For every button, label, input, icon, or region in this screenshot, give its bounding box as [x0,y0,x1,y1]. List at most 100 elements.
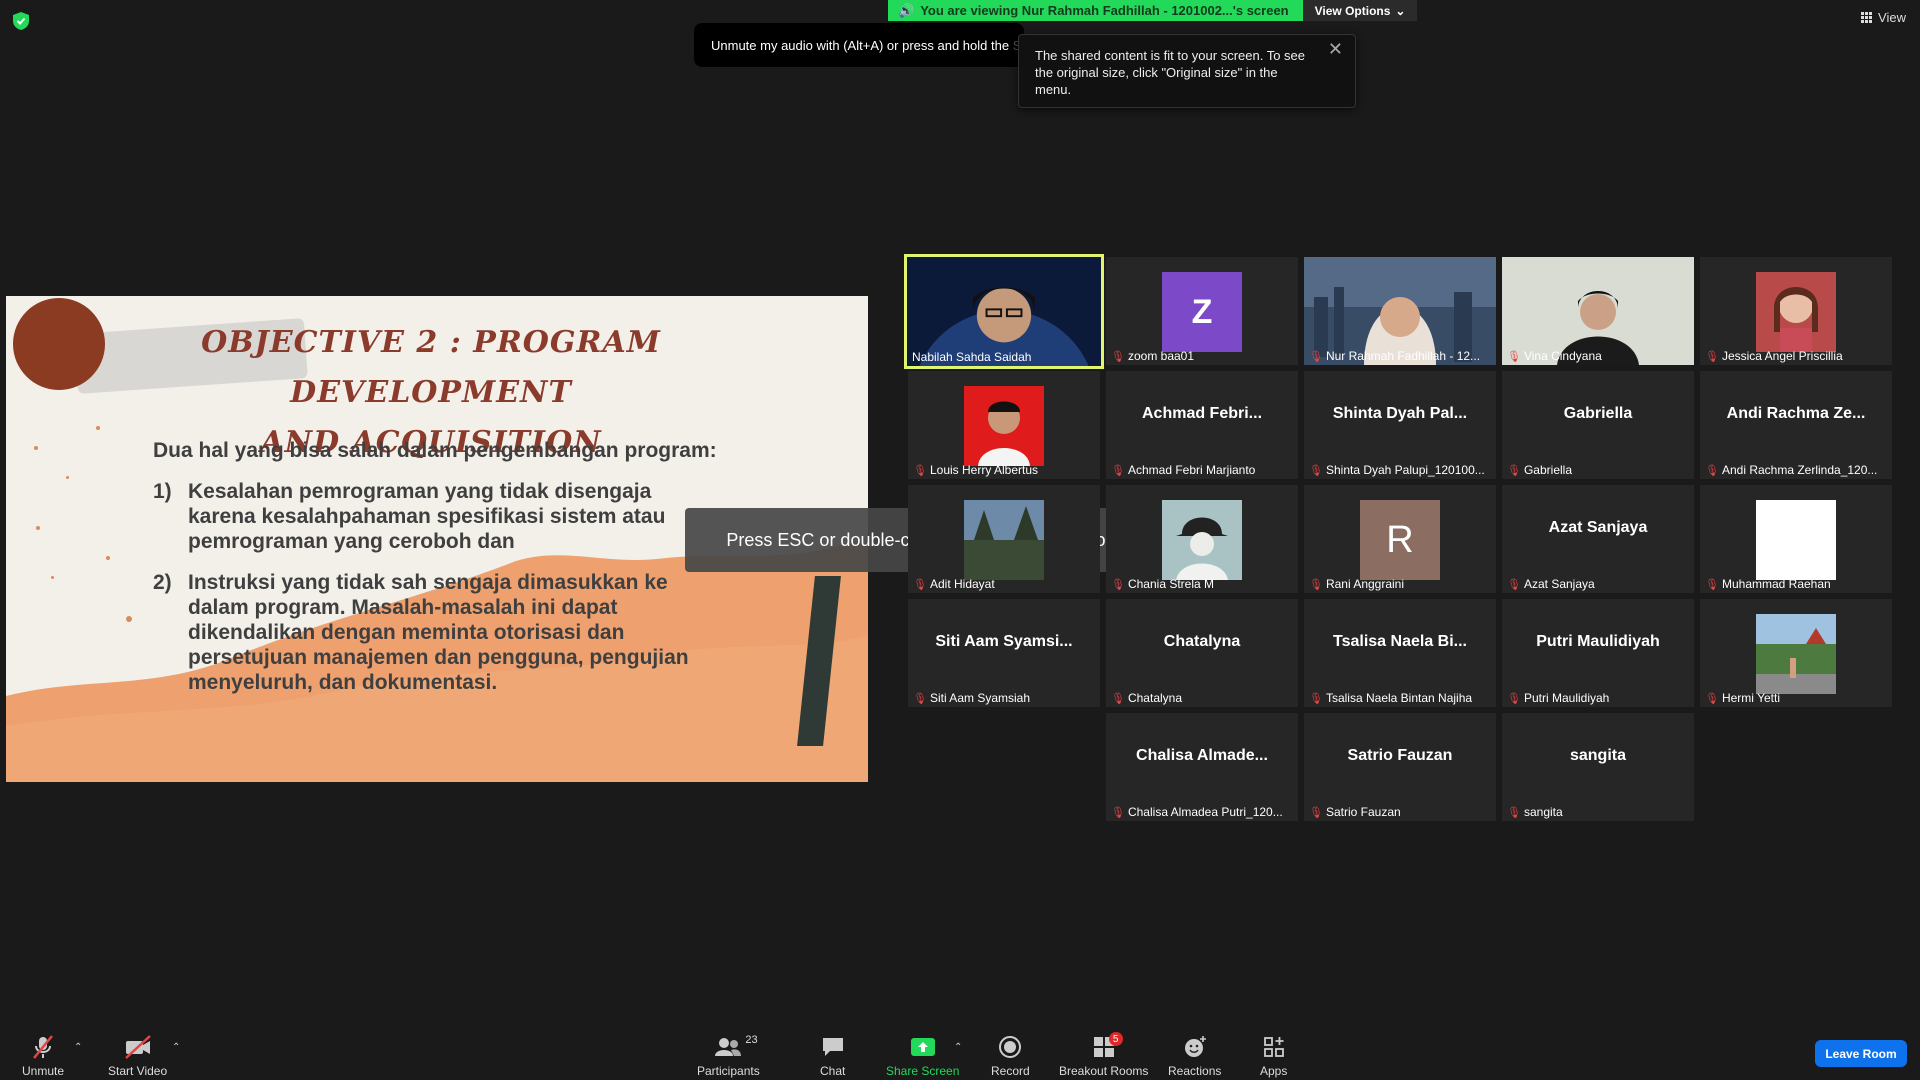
participant-photo [1756,614,1836,694]
dot-decoration [96,426,100,430]
participant-name: 🎙 Muhammad Raehan [1705,577,1831,591]
video-tile[interactable]: Chalisa Almade... 🎙 Chalisa Almadea Putri… [1106,713,1298,821]
video-tile[interactable]: Andi Rachma Ze... 🎙 Andi Rachma Zerlinda_… [1700,371,1892,479]
chat-button[interactable]: Chat [820,1034,845,1078]
video-tile[interactable]: Nabilah Sahda Saidah [904,254,1104,369]
record-button[interactable]: Record [991,1034,1030,1078]
view-layout-button[interactable]: View [1861,10,1906,25]
participant-photo [964,500,1044,580]
security-shield-icon[interactable] [13,12,29,30]
leave-room-button[interactable]: Leave Room [1815,1040,1907,1067]
participant-name: 🎙 Siti Aam Syamsiah [913,691,1030,705]
video-tile[interactable]: Z 🎙 zoom baa01 [1106,257,1298,365]
chat-icon [822,1038,843,1056]
participant-name: 🎙 Achmad Febri Marjianto [1111,463,1255,477]
view-options-button[interactable]: View Options ⌄ [1302,0,1418,21]
participant-name: 🎙 Tsalisa Naela Bintan Najiha [1309,691,1472,705]
participant-name: Nabilah Sahda Saidah [912,350,1031,364]
share-options-chevron-icon[interactable]: ⌃ [954,1042,962,1053]
breakout-rooms-button[interactable]: 5 Breakout Rooms [1059,1032,1148,1078]
dot-decoration [126,616,132,622]
audio-options-chevron-icon[interactable]: ⌃ [74,1042,82,1053]
video-tile[interactable]: sangita 🎙 sangita [1502,713,1694,821]
participant-name-text: Vina Cindyana [1523,349,1602,363]
participant-name: 🎙 Andi Rachma Zerlinda_120... [1705,463,1877,477]
participant-display-name: Siti Aam Syamsi... [935,633,1073,650]
participant-name-text: Chalisa Almadea Putri_120... [1127,805,1283,819]
close-icon[interactable]: ✕ [1328,40,1343,58]
unmute-tooltip-text: Unmute my audio with (Alt+A) or press an… [711,37,1010,53]
slide-body: Dua hal yang bisa salah dalam pengembang… [153,438,723,711]
fit-to-screen-notice: The shared content is fit to your screen… [1018,34,1356,108]
video-tile[interactable]: Shinta Dyah Pal... 🎙 Shinta Dyah Palupi_1… [1304,371,1496,479]
video-tile[interactable]: 🎙 Muhammad Raehan [1700,485,1892,593]
video-tile[interactable]: Azat Sanjaya 🎙 Azat Sanjaya [1502,485,1694,593]
participants-button[interactable]: 23 Participants [697,1034,760,1078]
meeting-toolbar: Unmute ⌃ Start Video ⌃ 23 Participants C… [0,1018,1920,1080]
video-tile[interactable]: 🎙 Chania Strela M [1106,485,1298,593]
video-tile[interactable]: 🎙 Nur Rahmah Fadhillah - 12... [1304,257,1496,365]
participant-name-text: Satrio Fauzan [1325,805,1401,819]
participant-name-text: Siti Aam Syamsiah [929,691,1031,705]
avatar [1756,500,1836,580]
share-screen-button[interactable]: Share Screen [886,1034,959,1078]
participant-name-text: Nabilah Sahda Saidah [912,350,1032,364]
participant-name-text: Shinta Dyah Palupi_120100... [1325,463,1485,477]
participant-name: 🎙 Nur Rahmah Fadhillah - 12... [1309,349,1480,363]
video-tile[interactable]: 🎙 Louis Herry Albertus [908,371,1100,479]
video-tile[interactable]: 🎙 Vina Cindyana [1502,257,1694,365]
participant-photo [964,386,1044,466]
mic-muted-icon: 🎙 [1309,692,1323,705]
video-tile[interactable]: 🎙 Adit Hidayat [908,485,1100,593]
participant-name-text: Rani Anggraini [1325,577,1405,591]
dot-decoration [106,556,110,560]
mic-muted-icon: 🎙 [1111,806,1125,819]
apps-icon [1263,1037,1284,1057]
video-tile[interactable]: 🎙 Hermi Yetti [1700,599,1892,707]
mic-muted-icon: 🎙 [1507,350,1521,363]
chevron-down-icon: ⌄ [1395,3,1406,18]
participant-name: 🎙 Chatalyna [1111,691,1182,705]
video-options-chevron-icon[interactable]: ⌃ [172,1042,180,1053]
reactions-button[interactable]: Reactions [1168,1034,1221,1078]
dot-decoration [34,446,38,450]
participant-name: 🎙 Azat Sanjaya [1507,577,1595,591]
participant-display-name: Gabriella [1563,405,1633,422]
participant-name-text: Andi Rachma Zerlinda_120... [1721,463,1878,477]
unmute-button[interactable]: Unmute [22,1034,64,1078]
mic-muted-icon: 🎙 [1111,578,1125,591]
participant-display-name: Shinta Dyah Pal... [1332,405,1468,422]
participant-photo [1162,500,1242,580]
video-tile[interactable]: Tsalisa Naela Bi... 🎙 Tsalisa Naela Binta… [1304,599,1496,707]
participant-display-name: Chatalyna [1163,633,1241,650]
reactions-label: Reactions [1168,1064,1222,1078]
mic-muted-icon: 🎙 [1111,350,1125,363]
smiley-icon [1184,1036,1206,1057]
video-tile[interactable]: R 🎙 Rani Anggraini [1304,485,1496,593]
dot-decoration [51,576,54,579]
avatar: R [1360,500,1440,580]
apps-button[interactable]: Apps [1260,1034,1287,1078]
apps-label: Apps [1260,1064,1288,1078]
video-tile[interactable]: Siti Aam Syamsi... 🎙 Siti Aam Syamsiah [908,599,1100,707]
video-tile[interactable]: Achmad Febri... 🎙 Achmad Febri Marjianto [1106,371,1298,479]
participant-name-text: Muhammad Raehan [1721,577,1831,591]
video-tile[interactable]: Putri Maulidiyah 🎙 Putri Maulidiyah [1502,599,1694,707]
participant-name-text: Putri Maulidiyah [1523,691,1610,705]
circle-decoration [13,298,105,390]
screen-share-banner: 🔊 You are viewing Nur Rahmah Fadhillah -… [888,0,1418,21]
video-tile[interactable]: 🎙 Jessica Angel Priscillia [1700,257,1892,365]
breakout-rooms-badge: 5 [1108,1032,1123,1046]
video-tile[interactable]: Chatalyna 🎙 Chatalyna [1106,599,1298,707]
fit-notice-text: The shared content is fit to your screen… [1035,48,1306,97]
viewing-banner-text: You are viewing Nur Rahmah Fadhillah - 1… [920,3,1289,18]
start-video-button[interactable]: Start Video [108,1034,167,1078]
video-tile[interactable]: Gabriella 🎙 Gabriella [1502,371,1694,479]
dot-decoration [36,526,40,530]
mic-muted-icon: 🎙 [1111,692,1125,705]
participant-name: 🎙 Chalisa Almadea Putri_120... [1111,805,1283,819]
slide-list-item: 2) Instruksi yang tidak sah sengaja dima… [153,570,723,695]
dot-decoration [66,476,69,479]
participants-label: Participants [697,1064,760,1078]
video-tile[interactable]: Satrio Fauzan 🎙 Satrio Fauzan [1304,713,1496,821]
